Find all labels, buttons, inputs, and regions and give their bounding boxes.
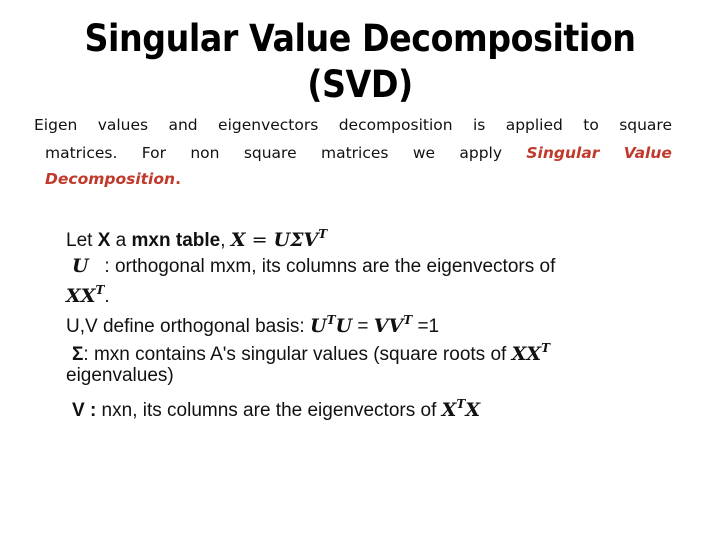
text: nxn, its columns are the eigenvectors of (96, 400, 442, 421)
intro-word: For (141, 144, 166, 162)
intro-word: matrices. (45, 144, 118, 162)
intro-word: is (472, 116, 486, 134)
symbol-xtx: XTX (441, 397, 481, 421)
definition-row-xxt: XXT. (66, 278, 110, 309)
intro-word: applied (505, 116, 563, 134)
intro-line-1: Eigen values and eigenvectors decomposition i… (34, 116, 672, 134)
symbol-xxt: XXT (511, 341, 550, 365)
slide-title: Singular Value Decomposition (SVD) (36, 16, 684, 108)
text: : mxn contains A's singular values (squa… (83, 344, 512, 365)
mxn-table-bold: mxn table (131, 230, 221, 251)
definition-row-eigenvalues: eigenvalues) (66, 364, 174, 388)
equals-sign: = (352, 316, 374, 337)
intro-word: and (168, 116, 198, 134)
text: a (110, 230, 132, 251)
highlight-value: Value (623, 144, 672, 162)
vvt: VVT (373, 313, 413, 337)
intro-word: non (190, 144, 220, 162)
intro-word: Eigen (34, 116, 78, 134)
text: Let (66, 230, 98, 251)
equation-lhs: X (230, 229, 246, 251)
title-line-2: (SVD) (307, 63, 413, 106)
text: , (220, 230, 231, 251)
title-line-1: Singular Value Decomposition (84, 17, 636, 60)
intro-word: square (243, 144, 297, 162)
intro-line-2: matrices. For non square matrices we apply Sing… (45, 144, 672, 162)
intro-word: decomposition (338, 116, 453, 134)
text: eigenvalues) (66, 365, 174, 386)
symbol-v: V : (72, 400, 97, 421)
text: U,V define orthogonal basis: (66, 316, 310, 337)
matrix-x-bold: X (97, 230, 111, 251)
intro-word: apply (459, 144, 503, 162)
symbol-sigma: Σ (72, 344, 84, 365)
text: : orthogonal mxm, its columns are the ei… (88, 256, 556, 277)
intro-word: values (97, 116, 149, 134)
intro-word: matrices (320, 144, 389, 162)
definition-row-basis: U,V define orthogonal basis: UTU = VVT =… (66, 308, 439, 339)
definition-row-sigma: Σ: mxn contains A's singular values (squ… (66, 336, 550, 367)
definition-row-x: Let X a mxn table, X = UΣVT (66, 222, 327, 253)
intro-word: to (583, 116, 599, 134)
text: . (104, 286, 110, 307)
definition-row-u: U : orthogonal mxm, its columns are the … (66, 254, 555, 279)
intro-word: we (412, 144, 436, 162)
equals-sign: = (245, 229, 274, 251)
equation-rhs: UΣVT (273, 227, 328, 251)
text: =1 (412, 316, 440, 337)
symbol-xxt: XXT (66, 283, 105, 307)
period: . (175, 170, 181, 188)
utu: UTU (310, 313, 353, 337)
symbol-u: U (72, 255, 89, 277)
intro-word: square (619, 116, 672, 134)
highlight-singular: Singular (526, 144, 600, 162)
intro-word: eigenvectors (218, 116, 319, 134)
highlight-decomposition: Decomposition (45, 170, 176, 188)
definition-row-v: V : nxn, its columns are the eigenvector… (66, 392, 480, 423)
intro-line-3: Decomposition. (45, 170, 181, 188)
